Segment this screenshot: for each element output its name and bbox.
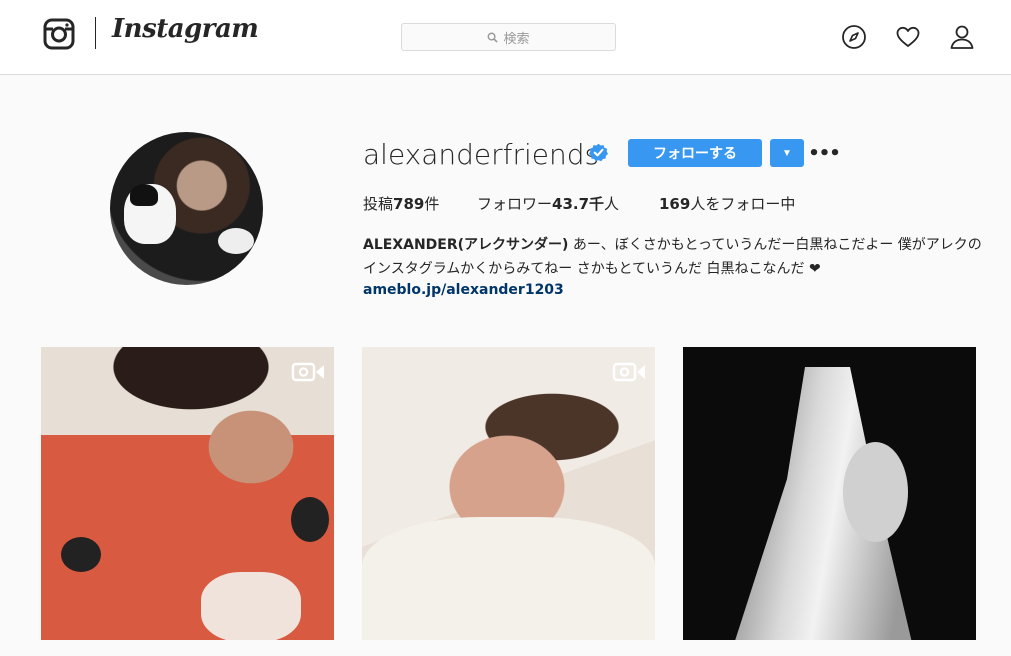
- profile-username: alexanderfriends: [363, 138, 600, 171]
- video-camera-icon: [612, 362, 645, 382]
- bio-name: ALEXANDER(アレクサンダー): [363, 237, 569, 253]
- post-thumbnail[interactable]: [683, 347, 976, 640]
- followers-label: フォロワー: [477, 195, 553, 213]
- search-icon: [488, 32, 499, 43]
- posts-unit: 件: [424, 195, 440, 213]
- video-camera-icon: [291, 362, 324, 382]
- compass-icon[interactable]: [841, 24, 867, 50]
- post-image-detail: [201, 572, 301, 640]
- top-navigation-bar: Instagram 検索: [0, 0, 1011, 75]
- posts-value: 789: [393, 195, 425, 213]
- search-placeholder: 検索: [503, 31, 530, 47]
- bio-link[interactable]: ameblo.jp/alexander1203: [363, 282, 564, 298]
- post-image-detail: [61, 537, 101, 572]
- following-count[interactable]: 169人をフォロー中: [659, 193, 795, 214]
- instagram-logo-icon[interactable]: [43, 18, 75, 50]
- ellipsis-icon: •••: [808, 142, 841, 164]
- avatar-cat-spot: [130, 184, 158, 206]
- triangle-down-icon: ▼: [782, 147, 792, 159]
- posts-label: 投稿: [363, 195, 394, 213]
- heart-icon[interactable]: [895, 24, 921, 50]
- posts-count: 投稿789件: [363, 193, 439, 214]
- profile-bio: ALEXANDER(アレクサンダー) あー、ぼくさかもとっていうんだー白黒ねこだ…: [363, 233, 983, 281]
- profile-avatar[interactable]: [110, 132, 263, 285]
- verified-badge-icon: [589, 143, 608, 162]
- user-icon[interactable]: [949, 24, 975, 50]
- followers-count[interactable]: フォロワー43.7千人: [477, 193, 619, 214]
- followers-value: 43.7千: [552, 195, 605, 213]
- post-image-detail: [843, 442, 908, 542]
- followers-unit: 人: [604, 195, 620, 213]
- suggested-accounts-dropdown-button[interactable]: ▼: [770, 139, 804, 167]
- avatar-cat-paw: [218, 228, 254, 254]
- search-input[interactable]: 検索: [401, 23, 616, 51]
- follow-button[interactable]: フォローする: [628, 139, 762, 167]
- post-image-detail: [362, 517, 655, 640]
- logo-divider: [95, 17, 96, 49]
- post-thumbnail[interactable]: [41, 347, 334, 640]
- following-label: 人をフォロー中: [690, 195, 796, 213]
- following-value: 169: [659, 195, 691, 213]
- instagram-wordmark[interactable]: Instagram: [112, 14, 259, 44]
- post-image-detail: [291, 497, 329, 542]
- more-options-button[interactable]: •••: [808, 140, 841, 166]
- post-thumbnail[interactable]: [362, 347, 655, 640]
